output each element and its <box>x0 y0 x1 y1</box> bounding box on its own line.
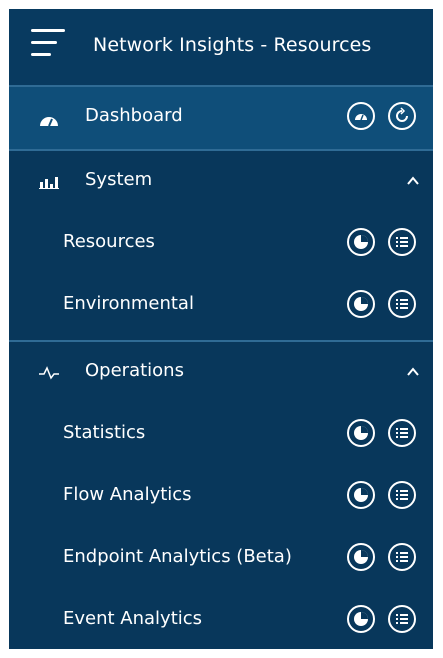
list-icon[interactable] <box>388 419 416 447</box>
nav-item-label: Event Analytics <box>63 608 203 629</box>
dashboard-gauge-icon <box>40 117 58 127</box>
nav-item-label: Dashboard <box>85 105 183 126</box>
pulse-icon <box>39 366 59 380</box>
nav-section-label: Operations <box>85 360 184 381</box>
pie-chart-icon[interactable] <box>347 228 375 256</box>
list-icon[interactable] <box>388 228 416 256</box>
list-icon[interactable] <box>388 605 416 633</box>
chevron-up-icon[interactable] <box>407 175 419 187</box>
navigation-panel: Network Insights - Resources Dashboard S… <box>9 9 433 649</box>
nav-item-label: Endpoint Analytics (Beta) <box>63 546 292 567</box>
chevron-up-icon[interactable] <box>407 366 419 378</box>
page-title: Network Insights - Resources <box>93 34 372 56</box>
nav-item-resources[interactable]: Resources <box>9 213 433 275</box>
list-icon[interactable] <box>388 481 416 509</box>
nav-item-endpoint-analytics[interactable]: Endpoint Analytics (Beta) <box>9 528 433 590</box>
refresh-icon[interactable] <box>388 102 416 130</box>
panel-header: Network Insights - Resources <box>9 9 433 85</box>
hamburger-icon[interactable] <box>31 29 65 61</box>
nav-item-environmental[interactable]: Environmental <box>9 275 433 337</box>
nav-section-label: System <box>85 169 153 190</box>
pie-chart-icon[interactable] <box>347 481 375 509</box>
pie-chart-icon[interactable] <box>347 419 375 447</box>
list-icon[interactable] <box>388 543 416 571</box>
nav-item-label: Environmental <box>63 293 194 314</box>
nav-item-event-analytics[interactable]: Event Analytics <box>9 590 433 652</box>
nav-item-label: Flow Analytics <box>63 484 192 505</box>
nav-section-operations[interactable]: Operations <box>9 342 433 404</box>
nav-item-flow-analytics[interactable]: Flow Analytics <box>9 466 433 528</box>
dashboard-icon[interactable] <box>347 102 375 130</box>
nav-item-label: Resources <box>63 231 155 252</box>
nav-item-statistics[interactable]: Statistics <box>9 404 433 466</box>
bar-chart-icon <box>39 177 59 189</box>
nav-item-label: Statistics <box>63 422 146 443</box>
nav-section-system[interactable]: System <box>9 151 433 213</box>
pie-chart-icon[interactable] <box>347 543 375 571</box>
list-icon[interactable] <box>388 290 416 318</box>
pie-chart-icon[interactable] <box>347 605 375 633</box>
nav-item-dashboard[interactable]: Dashboard <box>9 87 433 149</box>
pie-chart-icon[interactable] <box>347 290 375 318</box>
